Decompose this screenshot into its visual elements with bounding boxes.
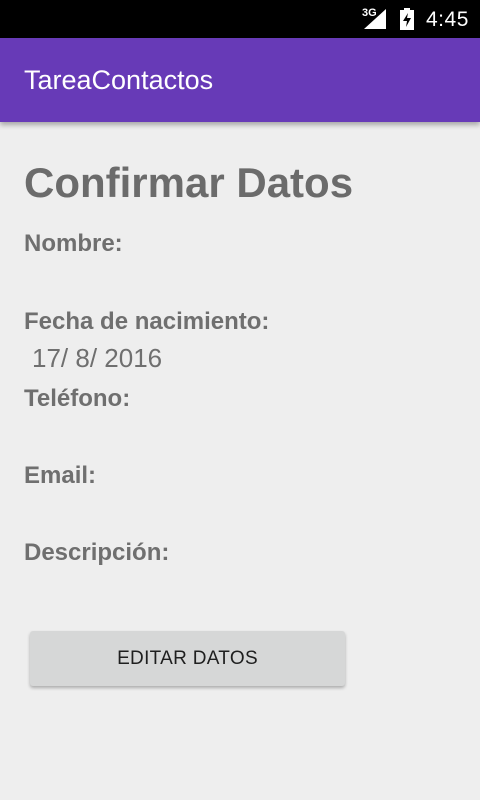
name-label: Nombre:: [24, 230, 123, 257]
page-title: Confirmar Datos: [24, 159, 354, 206]
email-label: Email:: [24, 462, 97, 489]
description-label: Descripción:: [24, 539, 170, 566]
app-bar: TareaContactos: [0, 38, 480, 122]
battery-icon: [399, 8, 415, 35]
confirm-data-screen: Confirmar Datos Nombre: Fecha de nacimie…: [0, 122, 480, 800]
phone-label: Teléfono:: [24, 385, 131, 412]
app-title: TareaContactos: [24, 65, 214, 95]
status-clock: 4:45: [426, 8, 469, 31]
birthdate-value: 17/ 8/ 2016: [32, 343, 163, 373]
birthdate-label: Fecha de nacimiento:: [24, 308, 270, 335]
edit-data-button[interactable]: EDITAR DATOS: [30, 631, 345, 686]
signal-icon: [364, 9, 386, 34]
status-bar: 3G 4:45: [0, 0, 480, 38]
